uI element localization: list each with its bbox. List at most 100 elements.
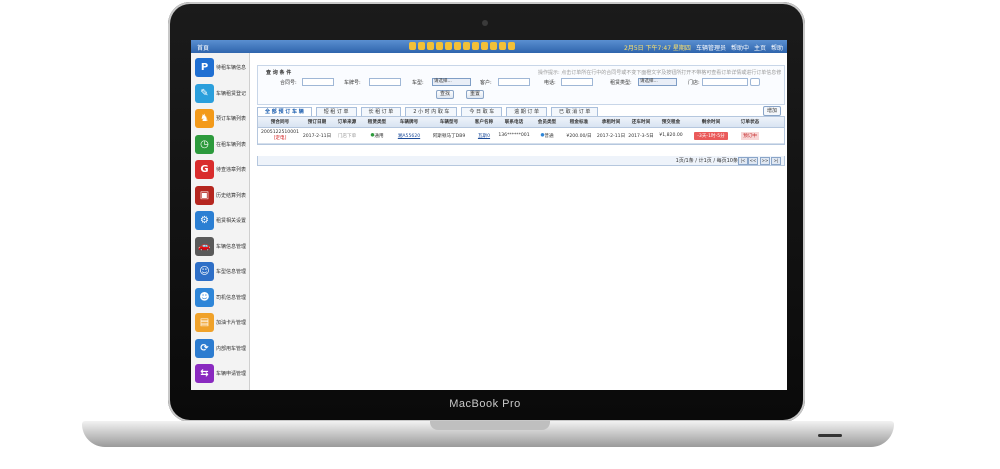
column-header[interactable]: 预交租金 [656,117,686,127]
phone-label: 电话: [544,80,556,86]
store-input[interactable] [702,78,748,86]
column-header[interactable]: 剩余时间 [686,117,736,127]
member-cell: ● 普通 [532,128,562,143]
column-header[interactable]: 还车时间 [626,117,656,127]
car-type-select[interactable]: 请选择... [432,78,471,86]
first-page-button[interactable]: |< [738,157,748,165]
column-header[interactable]: 车辆型号 [426,117,472,127]
tab[interactable]: 已 取 消 订 单 [550,107,599,116]
prev-page-button[interactable]: << [748,157,758,165]
finder-icon: ☺ [195,262,214,281]
orders-table: 预合同号 预订日期 订单来源 租赁类型 车辆牌号 车辆型号 客户名称 联系电话 会员类型 租金标准… [257,116,785,145]
sidebar-item[interactable]: ♞ 预订车辆列表 [193,108,249,133]
person-icon: ☻ [195,287,214,307]
column-header[interactable]: 订单状态 [736,117,764,127]
toolbar-icon[interactable] [427,42,434,50]
column-header[interactable]: 订单来源 [332,117,362,127]
plate-cell[interactable]: 湘A55620 [392,128,426,143]
date-time: 2月5日 下午7:47 星期四 [624,45,691,52]
lease-type-value: 通用 [374,133,384,139]
card-icon: ▤ [195,313,214,332]
lease-type-select[interactable]: 请选择... [638,78,677,86]
status-badge: 预订中 [741,131,759,140]
toolbar-icon[interactable] [490,42,497,50]
sidebar-item[interactable]: ☻ 司机信息管理 [193,287,249,312]
sidebar-item-label: 车辆申请管理 [216,371,247,377]
sidebar-item[interactable]: ⟳ 内部用车管理 [193,338,249,363]
column-header[interactable]: 联系电话 [496,117,532,127]
toolbar-icon[interactable] [454,42,461,50]
pager-text: 1页/1条 / 计1页 / 每页10条 [675,158,738,164]
toolbar-icon[interactable] [436,42,443,50]
sidebar-item[interactable]: ▣ 历史结算列表 [193,185,249,210]
rate-cell: ¥200.00/日 [566,133,592,139]
column-header[interactable]: 客户名称 [472,117,496,127]
column-header[interactable]: 预合同号 [258,117,302,127]
main-link[interactable]: 主页 [754,43,766,52]
customer-link[interactable]: 瓦斯0 [478,133,490,139]
customer-cell[interactable]: 瓦斯0 [472,128,496,143]
column-header[interactable]: 预订日期 [302,117,332,127]
toolbar-icon[interactable] [499,42,506,50]
toolbar-icon[interactable] [508,42,515,50]
reset-button[interactable]: 重置 [466,90,485,99]
query-panel: 查 询 条 件 操作提示: 点击订单所在行中的合同号或不变下面橙文字及按钮所打开… [257,65,785,105]
customer-input[interactable] [498,78,530,86]
parking-icon: P [195,58,214,77]
column-header[interactable]: 承租时间 [596,117,626,127]
search-icon[interactable] [750,78,760,86]
sidebar-item[interactable]: G 待查违章列表 [193,159,249,184]
shield-icon: G [195,160,214,179]
toolbar-icon[interactable] [409,42,416,50]
tab[interactable]: 今 日 取 车 [461,107,503,116]
screen: 首頁 2月5日 下午7:47 星期四 车辆管理员 帮助中 主页 帮助 P 待租车辆… [191,40,787,390]
column-header[interactable]: 车辆牌号 [392,117,426,127]
tab[interactable]: 全 部 预 订 车 辆 [257,107,312,116]
plate-link[interactable]: 湘A55620 [398,133,420,139]
help-link[interactable]: 帮助 [771,43,783,52]
add-button[interactable]: 增加 [762,106,781,116]
tab[interactable]: 2 小 时 内 取 车 [405,107,458,116]
tab[interactable]: 逾 期 订 单 [506,107,547,116]
admin-link[interactable]: 车辆管理员 [696,43,726,52]
next-page-button[interactable]: >> [760,157,770,165]
top-right-links: 2月5日 下午7:47 星期四 车辆管理员 帮助中 主页 帮助 [624,43,783,52]
toolbar-icon[interactable] [463,42,470,50]
sidebar-item[interactable]: P 待租车辆信息 [193,57,249,82]
sidebar-item[interactable]: ✎ 车辆租赁登记 [193,83,249,108]
sidebar-item-label: 预订车辆列表 [216,116,247,122]
sidebar-item[interactable]: ☺ 车型信息管理 [193,261,249,286]
order-date-cell: 2017-2-11日 [302,133,332,139]
plate-input[interactable] [369,78,401,86]
tab[interactable]: 短 租 订 单 [315,107,357,116]
sidebar-item[interactable]: ⇆ 车辆申请管理 [193,363,249,388]
car-type-label: 车型: [412,80,424,86]
toolbar-icon[interactable] [418,42,425,50]
sidebar-item[interactable]: ◷ 在租车辆列表 [193,134,249,159]
toolbar-icon[interactable] [472,42,479,50]
help-center-link[interactable]: 帮助中 [731,43,749,52]
last-page-button[interactable]: >| [771,157,781,165]
search-button[interactable]: 查找 [436,90,455,99]
sidebar-item-label: 司机信息管理 [216,294,247,301]
toolbar-icon[interactable] [445,42,452,50]
table-row[interactable]: 2005122510001 [定电] 2017-2-11日 门店下单 ● 通用 湘… [258,128,784,144]
sidebar-item-label: 历史结算列表 [216,192,247,199]
home-link[interactable]: 首頁 [197,43,209,52]
toolbar-icon[interactable] [481,42,488,50]
sidebar-item[interactable]: ▤ 加油卡片管理 [193,312,249,337]
laptop-brand: MacBook Pro [449,398,521,410]
column-header[interactable]: 租金标准 [562,117,596,127]
rotate-icon: ⟳ [195,338,214,358]
column-header[interactable]: 会员类型 [532,117,562,127]
contract-input[interactable] [302,78,334,86]
contract-label: 合同号: [280,80,297,86]
phone-input[interactable] [561,78,593,86]
sidebar-item[interactable]: 🚗 车辆信息管理 [193,236,249,261]
contract-cell[interactable]: 2005122510001 [定电] [258,128,302,143]
sidebar-item-label: 内部用车管理 [216,345,247,352]
query-title: 查 询 条 件 [266,70,292,76]
sidebar-item[interactable]: ⚙ 租赁相关设置 [193,210,249,235]
column-header[interactable]: 租赁类型 [362,117,392,127]
tab[interactable]: 长 租 订 单 [360,107,402,116]
